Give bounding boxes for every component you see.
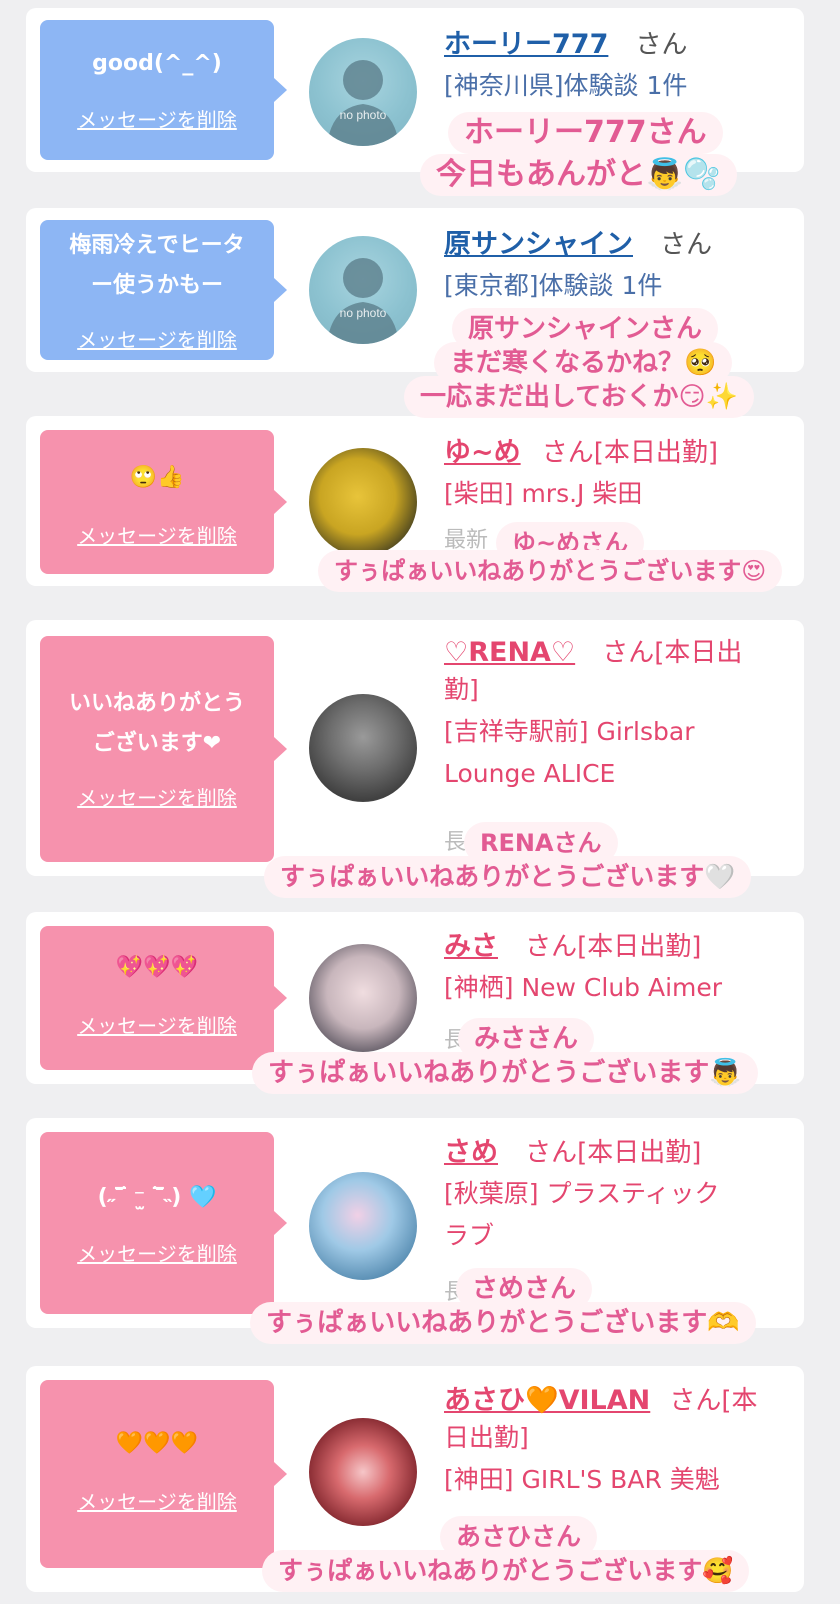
message-text: 💖💖💖: [115, 955, 199, 980]
user-info: ゆ~め さん[本日出勤] [柴田] mrs.J 柴田: [444, 430, 788, 515]
user-info: 原サンシャイン さん [東京都]体験談 1件: [444, 222, 788, 307]
message-bubble: 🧡🧡🧡 メッセージを削除: [40, 1380, 287, 1568]
user-info: あさひ🧡VILAN さん[本 日出勤] [神田] GIRL'S BAR 美魁: [444, 1378, 788, 1501]
message-bubble: 梅雨冷えでヒータ ー使うかもー メッセージを削除: [40, 220, 287, 360]
honorific: さん[本: [669, 1386, 758, 1416]
user-name-link[interactable]: ♡RENA♡: [444, 637, 575, 668]
user-info: みさ さん[本日出勤] [神栖] New Club Aimer: [444, 924, 788, 1009]
message-bubble: 🙄👍 メッセージを削除: [40, 430, 287, 574]
message-bubble: 💖💖💖 メッセージを削除: [40, 926, 287, 1070]
caption-line: ホーリー777さん: [448, 112, 723, 154]
message-bubble: (˶‾᷄ ⁻̫ ‾᷅˵) 🩵 メッセージを削除: [40, 1132, 287, 1314]
message-text: 梅雨冷えでヒータ ー使うかもー: [69, 233, 245, 298]
no-photo-label: no photo: [339, 108, 387, 122]
user-name-link[interactable]: ホーリー777: [444, 29, 608, 60]
caption-line: すぅぱぁいいねありがとうございます🤍: [264, 856, 752, 898]
message-card-4: いいねありがとう ございます❤ メッセージを削除 ♡RENA♡ さん[本日出 勤…: [26, 620, 804, 876]
delete-message-link[interactable]: メッセージを削除: [40, 1486, 274, 1515]
avatar[interactable]: [309, 448, 417, 556]
message-text: 🙄👍: [129, 465, 185, 490]
honorific: さん[本日出: [602, 638, 743, 668]
avatar[interactable]: [309, 1172, 417, 1280]
avatar[interactable]: no photo: [309, 236, 417, 344]
avatar[interactable]: no photo: [309, 38, 417, 146]
delete-message-link[interactable]: メッセージを削除: [40, 520, 274, 549]
user-name-link[interactable]: ゆ~め: [444, 437, 521, 468]
honorific: さん[本日出勤]: [541, 438, 719, 468]
user-detail: [神田] GIRL'S BAR 美魁: [444, 1465, 720, 1494]
caption-line: すぅぱぁいいねありがとうございます🥰: [262, 1550, 750, 1592]
caption-line: すぅぱぁいいねありがとうございます👼: [252, 1052, 758, 1094]
delete-message-link[interactable]: メッセージを削除: [40, 324, 274, 353]
user-info: ホーリー777 さん [神奈川県]体験談 1件: [444, 22, 788, 107]
user-name-link[interactable]: みさ: [444, 931, 498, 962]
caption-line: 今日もあんがと👼🫧: [420, 154, 737, 196]
user-detail: 日出勤]: [444, 1423, 529, 1452]
avatar[interactable]: [309, 944, 417, 1052]
user-detail: ラブ: [444, 1221, 495, 1250]
avatar[interactable]: [309, 1418, 417, 1526]
user-detail: [吉祥寺駅前] Girlsbar: [444, 717, 695, 746]
user-name-link[interactable]: 原サンシャイン: [444, 229, 633, 260]
truncated-text: 長: [444, 830, 467, 855]
message-text: good(^_^): [92, 51, 222, 76]
delete-message-link[interactable]: メッセージを削除: [40, 1238, 274, 1267]
message-bubble: good(^_^) メッセージを削除: [40, 20, 287, 160]
delete-message-link[interactable]: メッセージを削除: [40, 1010, 274, 1039]
user-detail: Lounge ALICE: [444, 759, 616, 788]
no-photo-label: no photo: [339, 306, 387, 320]
user-info: さめ さん[本日出勤] [秋葉原] プラスティック ラブ: [444, 1130, 788, 1257]
avatar[interactable]: [309, 694, 417, 802]
message-bubble: いいねありがとう ございます❤ メッセージを削除: [40, 636, 287, 862]
caption-line: すぅぱぁいいねありがとうございます😍: [318, 550, 783, 592]
caption-line: すぅぱぁいいねありがとうございます🫶: [250, 1302, 756, 1344]
user-name-link[interactable]: あさひ🧡VILAN: [444, 1385, 650, 1416]
caption-line: 一応まだ出しておくか😏✨: [404, 376, 754, 418]
message-text: 🧡🧡🧡: [115, 1431, 199, 1456]
honorific: さん[本日出勤]: [525, 932, 702, 962]
message-card-6: (˶‾᷄ ⁻̫ ‾᷅˵) 🩵 メッセージを削除 さめ さん[本日出勤] [秋葉原…: [26, 1118, 804, 1328]
user-name-link[interactable]: さめ: [444, 1137, 498, 1168]
message-text: いいねありがとう ございます❤: [68, 691, 245, 756]
honorific: さん: [635, 30, 688, 60]
honorific: さん[本日出勤]: [525, 1138, 702, 1168]
delete-message-link[interactable]: メッセージを削除: [40, 104, 274, 133]
message-text: (˶‾᷄ ⁻̫ ‾᷅˵) 🩵: [97, 1185, 217, 1210]
person-silhouette-icon: [327, 60, 399, 146]
user-detail: [東京都]体験談 1件: [444, 271, 663, 300]
user-detail: 勤]: [444, 675, 479, 704]
user-detail: [神栖] New Club Aimer: [444, 973, 723, 1002]
honorific: さん: [660, 230, 713, 260]
delete-message-link[interactable]: メッセージを削除: [40, 782, 274, 811]
user-detail: [神奈川県]体験談 1件: [444, 71, 688, 100]
user-info: ♡RENA♡ さん[本日出 勤] [吉祥寺駅前] Girlsbar Lounge…: [444, 632, 788, 795]
person-silhouette-icon: [327, 258, 399, 344]
user-detail: [柴田] mrs.J 柴田: [444, 479, 643, 508]
user-detail: [秋葉原] プラスティック: [444, 1179, 720, 1208]
